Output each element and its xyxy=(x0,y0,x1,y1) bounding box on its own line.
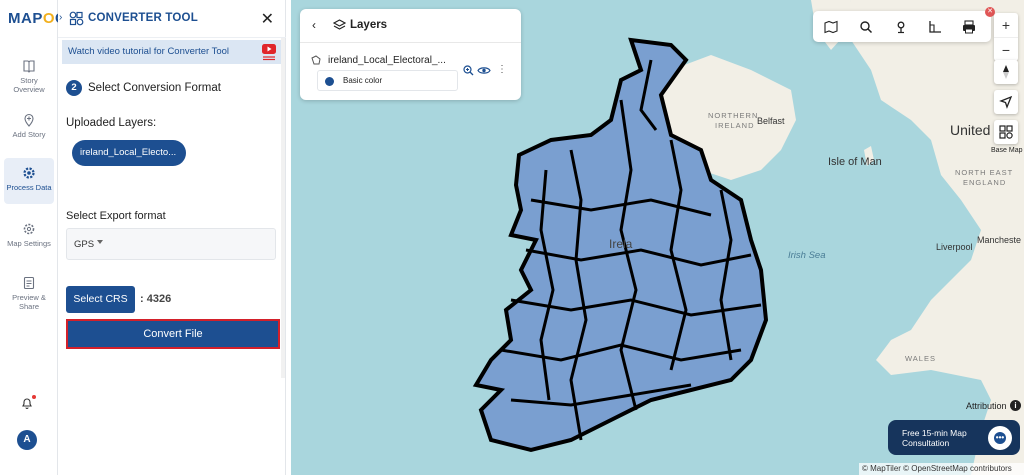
step-number-badge: 2 xyxy=(66,80,82,96)
video-tutorial-banner[interactable]: Watch video tutorial for Converter Tool xyxy=(62,40,282,64)
map-label-ireland: Irela xyxy=(609,237,633,251)
eye-icon[interactable] xyxy=(477,66,491,75)
chevron-right-icon[interactable]: › xyxy=(59,12,62,23)
zoom-controls: + − xyxy=(994,13,1018,61)
rail-item-story-overview[interactable]: Story Overview xyxy=(4,56,54,94)
map-label-north-east: NORTH EAST xyxy=(955,168,1014,177)
export-format-value: GPS xyxy=(74,239,95,250)
rail-label: Preview & Share xyxy=(12,293,46,311)
rail-item-map-settings[interactable]: Map Settings xyxy=(4,219,54,248)
polygon-icon xyxy=(311,55,321,65)
back-arrow-icon[interactable]: ‹ xyxy=(312,18,316,32)
zoom-in-button[interactable]: + xyxy=(994,13,1018,37)
base-map-label: Base Map xyxy=(991,147,1023,154)
panel-header: › CONVERTER TOOL ✕ xyxy=(58,0,286,38)
map-label-belfast: Belfast xyxy=(757,116,785,126)
map-label-ireland-region: IRELAND xyxy=(715,121,755,130)
notification-dot xyxy=(32,395,36,399)
map-label-isle-of-man: Isle of Man xyxy=(828,156,882,168)
map-view-icon[interactable] xyxy=(823,19,839,35)
print-icon[interactable] xyxy=(961,19,977,35)
pin-plus-icon xyxy=(24,113,34,127)
locate-button[interactable] xyxy=(994,90,1018,114)
step-title: Select Conversion Format xyxy=(88,82,221,94)
color-swatch xyxy=(325,77,334,86)
rail-item-add-story[interactable]: Add Story xyxy=(4,110,54,139)
crs-value: : 4326 xyxy=(140,293,172,305)
layers-header: ‹ Layers xyxy=(300,9,521,43)
rail-label: Add Story xyxy=(12,130,46,139)
compass-button[interactable] xyxy=(994,60,1018,84)
youtube-icon[interactable] xyxy=(262,43,276,61)
chat-dots: ••• xyxy=(995,433,1005,442)
measure-icon[interactable] xyxy=(927,19,943,35)
layer-style-basic-color[interactable]: Basic color xyxy=(317,70,458,91)
map-label-liverpool: Liverpool xyxy=(936,242,973,252)
rail-item-preview-share[interactable]: Preview & Share xyxy=(4,273,54,311)
attribution-label: Attribution xyxy=(966,401,1007,411)
map-label-wales: WALES xyxy=(905,354,936,363)
panel-scrollbar[interactable] xyxy=(281,38,285,378)
info-icon[interactable]: i xyxy=(1010,400,1021,411)
tutorial-text: Watch video tutorial for Converter Tool xyxy=(68,46,230,57)
preview-icon xyxy=(23,276,35,290)
select-crs-button[interactable]: Select CRS xyxy=(66,286,135,313)
converter-panel: › CONVERTER TOOL ✕ Watch video tutorial … xyxy=(58,0,286,475)
zoom-out-button[interactable]: − xyxy=(994,37,1018,61)
rail-label: Story Overview xyxy=(13,76,45,94)
navigate-arrow-icon xyxy=(999,95,1013,109)
layer-name[interactable]: ireland_Local_Electoral_... xyxy=(328,55,446,66)
avatar[interactable]: A xyxy=(17,430,37,450)
map-copyright: © MapTiler © OpenStreetMap contributors xyxy=(859,463,1024,475)
compass-icon xyxy=(1003,65,1009,79)
app-root: MAPOG Story Overview Add Story Process D… xyxy=(0,0,1024,475)
map-label-northern: NORTHERN xyxy=(708,111,759,120)
layers-title: Layers xyxy=(350,19,388,31)
consultation-text: Free 15-min Map Consultation xyxy=(902,428,967,448)
consultation-button[interactable]: Free 15-min Map Consultation ••• xyxy=(888,420,1020,455)
rail-label: Process Data xyxy=(6,183,52,192)
map-label-england: ENGLAND xyxy=(963,178,1007,187)
zoom-to-layer-icon[interactable] xyxy=(463,65,474,76)
left-rail: MAPOG Story Overview Add Story Process D… xyxy=(0,0,67,475)
convert-file-button[interactable]: Convert File xyxy=(66,319,280,349)
settings-icon xyxy=(23,223,35,235)
caret-down-icon xyxy=(97,240,103,244)
layers-card: ‹ Layers ireland_Local_Electoral_... ⋮ B… xyxy=(300,9,521,100)
gear-icon xyxy=(23,167,35,179)
uploaded-layer-chip[interactable]: ireland_Local_Electo... xyxy=(72,140,186,166)
base-map-icon xyxy=(999,125,1013,139)
map-label-irish-sea: Irish Sea xyxy=(788,250,826,261)
export-format-select[interactable]: GPS xyxy=(66,228,276,260)
notification-button[interactable] xyxy=(20,395,36,415)
export-format-label: Select Export format xyxy=(66,210,166,222)
book-icon xyxy=(23,60,35,73)
map-canvas[interactable]: NORTHERN IRELAND Belfast Isle of Man Uni… xyxy=(291,0,1024,475)
map-label-manchester: Mancheste xyxy=(977,235,1022,245)
more-options-icon[interactable]: ⋮ xyxy=(497,64,507,75)
search-icon[interactable] xyxy=(858,19,874,35)
rail-label: Map Settings xyxy=(7,239,51,248)
layers-icon xyxy=(333,19,346,30)
map-label-united: United xyxy=(950,122,991,138)
map-toolbar: ✕ xyxy=(813,7,995,42)
style-label: Basic color xyxy=(343,76,383,85)
close-panel-button[interactable]: ✕ xyxy=(261,9,274,29)
rail-item-process-data[interactable]: Process Data xyxy=(4,158,54,204)
uploaded-layers-label: Uploaded Layers: xyxy=(66,117,157,129)
converter-icon xyxy=(69,11,84,26)
location-pin-icon[interactable] xyxy=(893,19,909,35)
panel-title: CONVERTER TOOL xyxy=(88,12,198,24)
base-map-button[interactable] xyxy=(994,120,1018,144)
